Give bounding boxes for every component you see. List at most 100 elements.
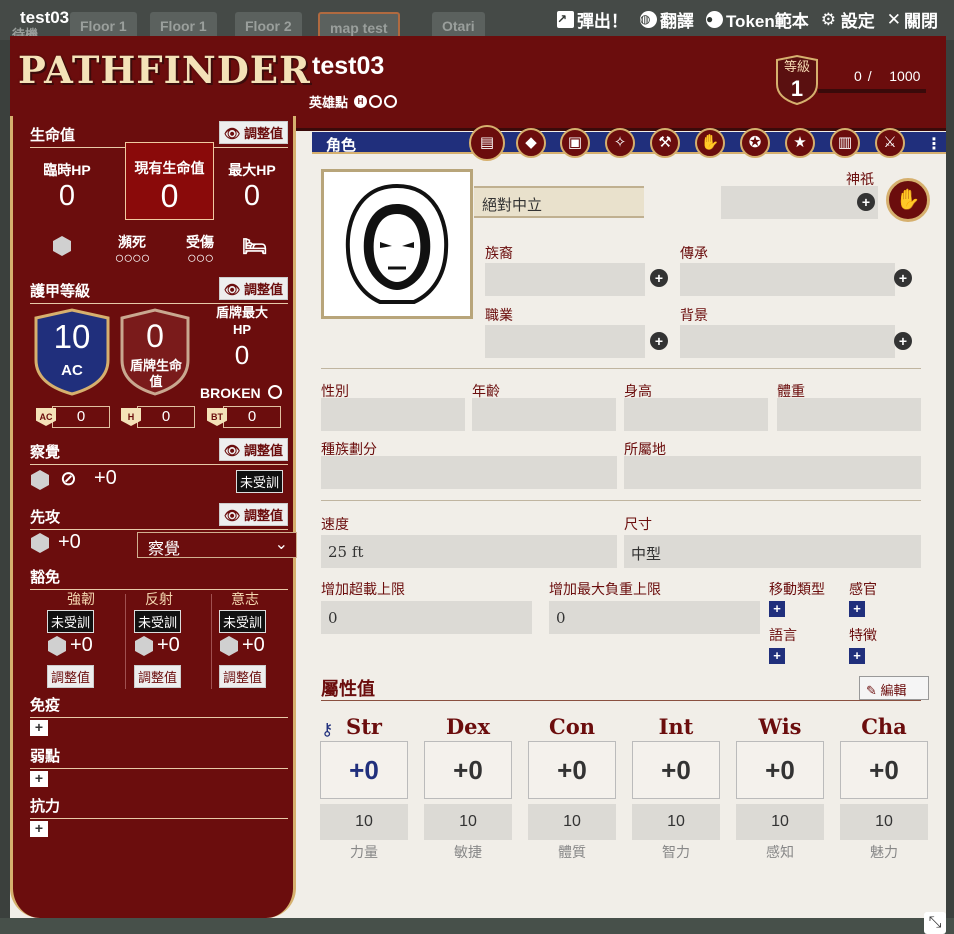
initiative-skill-select[interactable]: 察覺 ⌄: [137, 532, 297, 558]
handshake-icon[interactable]: ✋: [886, 178, 930, 222]
edit-attributes-button[interactable]: ✎ 編輯: [859, 676, 929, 700]
reflex-adjust-button[interactable]: 調整值: [134, 665, 182, 688]
tab-actions[interactable]: ◆: [516, 128, 546, 158]
traits-label: 特徵: [849, 627, 877, 643]
resize-handle-icon[interactable]: ⤡: [924, 912, 946, 934]
character-name[interactable]: test03: [312, 52, 384, 81]
more-icon[interactable]: ⋮: [926, 134, 942, 154]
hero-point-empty-icon[interactable]: [369, 95, 383, 108]
popout-button[interactable]: ↗ 彈出！: [556, 7, 628, 32]
wand-icon: ✧: [613, 134, 627, 151]
bulk-max-field[interactable]: 0: [549, 601, 760, 634]
tab-feats[interactable]: ✪: [740, 128, 770, 158]
portrait[interactable]: [321, 169, 473, 319]
initiative-adjust-button[interactable]: 👁 調整值: [218, 503, 288, 526]
bulk-over-field[interactable]: 0: [321, 601, 532, 634]
background-field[interactable]: [680, 325, 895, 358]
int-score[interactable]: 10: [632, 804, 720, 840]
gender-field[interactable]: [321, 398, 465, 431]
translate-button[interactable]: ◍ 翻譯: [639, 7, 694, 32]
wis-score[interactable]: 10: [736, 804, 824, 840]
add-heritage-icon[interactable]: +: [894, 269, 912, 287]
divider: [125, 594, 126, 689]
ancestry-field[interactable]: [485, 263, 645, 296]
size-field[interactable]: 中型: [624, 535, 921, 568]
perception-rank[interactable]: 未受訓: [236, 470, 284, 493]
close-button[interactable]: ✕ 關閉: [887, 7, 938, 32]
class-field[interactable]: [485, 325, 645, 358]
tab-spells[interactable]: ✧: [605, 128, 635, 158]
add-movement-button[interactable]: +: [769, 601, 785, 617]
level-value[interactable]: 1: [774, 76, 820, 102]
heritage-field[interactable]: [680, 263, 895, 296]
star-icon: ★: [793, 134, 807, 151]
settings-button[interactable]: ⚙ 設定: [821, 7, 875, 32]
temp-hp-value[interactable]: 0: [36, 180, 98, 213]
globe-icon: ◍: [639, 11, 657, 28]
book-icon: ▥: [837, 134, 853, 151]
hardness-field[interactable]: H0: [121, 406, 195, 428]
dying-track[interactable]: ○○○○: [92, 250, 172, 268]
age-field[interactable]: [472, 398, 616, 431]
fortitude-rank[interactable]: 未受訓: [47, 610, 95, 633]
str-label: Str: [346, 714, 382, 739]
size-label: 尺寸: [624, 516, 652, 532]
tab-proficiencies[interactable]: ✋: [695, 128, 725, 158]
nationality-field[interactable]: [624, 456, 921, 489]
will-rank[interactable]: 未受訓: [219, 610, 267, 633]
alignment-field[interactable]: 絕對中立: [474, 186, 644, 218]
add-deity-icon[interactable]: +: [857, 193, 875, 211]
level-label: 等級: [783, 59, 810, 74]
ethnicity-field[interactable]: [321, 456, 617, 489]
hero-point-dots[interactable]: H: [354, 95, 398, 108]
tab-inventory[interactable]: ▣: [560, 128, 590, 158]
weight-field[interactable]: [777, 398, 921, 431]
tab-biography[interactable]: ▥: [830, 128, 860, 158]
bulk-over-label: 增加超載上限: [321, 581, 405, 597]
tab-effects[interactable]: ★: [785, 128, 815, 158]
add-background-icon[interactable]: +: [894, 332, 912, 350]
add-language-button[interactable]: +: [769, 648, 785, 664]
height-field[interactable]: [624, 398, 768, 431]
user-circle-icon: ●: [705, 11, 723, 28]
tab-combat[interactable]: ⚔: [875, 128, 905, 158]
hp-adjust-button[interactable]: 👁 調整值: [218, 121, 288, 144]
token-template-button[interactable]: ● Token範本: [705, 7, 809, 32]
speed-field[interactable]: 25 ft: [321, 535, 617, 568]
current-hp-value[interactable]: 0: [125, 178, 214, 215]
add-immunity-button[interactable]: +: [30, 720, 48, 736]
reflex-rank[interactable]: 未受訓: [134, 610, 182, 633]
ac-adjust-button[interactable]: 👁 調整值: [218, 277, 288, 300]
add-weakness-button[interactable]: +: [30, 771, 48, 787]
will-mod: +0: [242, 634, 265, 656]
add-trait-button[interactable]: +: [849, 648, 865, 664]
broken-label: BROKEN: [200, 385, 261, 401]
cha-score[interactable]: 10: [840, 804, 928, 840]
tab-character[interactable]: ▤: [469, 125, 505, 161]
fortitude-adjust-button[interactable]: 調整值: [47, 665, 95, 688]
window-actions: ↗ 彈出！ ◍ 翻譯 ● Token範本 ⚙ 設定 ✕ 關閉: [556, 7, 938, 32]
hero-point-empty-icon[interactable]: [384, 95, 398, 108]
character-sheet: PATHFINDER test03 英雄點 H 等級 1 0 / 1000 生命…: [10, 36, 946, 918]
add-ancestry-icon[interactable]: +: [650, 269, 668, 287]
wounded-track[interactable]: ○○○: [170, 250, 230, 268]
add-sense-button[interactable]: +: [849, 601, 865, 617]
hidden-eye-icon[interactable]: ⊘: [60, 466, 77, 491]
broken-threshold-field[interactable]: BT 0: [207, 406, 281, 428]
con-score[interactable]: 10: [528, 804, 616, 840]
shield-value[interactable]: 0: [118, 318, 192, 355]
perception-adjust-button[interactable]: 👁 調整值: [218, 438, 288, 461]
deity-field[interactable]: [721, 186, 878, 219]
bed-icon[interactable]: 🛏: [242, 234, 267, 259]
experience[interactable]: 0 / 1000: [854, 68, 920, 84]
broken-toggle[interactable]: [268, 385, 282, 399]
str-score[interactable]: 10: [320, 804, 408, 840]
dex-score[interactable]: 10: [424, 804, 512, 840]
hero-point-icon[interactable]: H: [354, 95, 368, 108]
add-resistance-button[interactable]: +: [30, 821, 48, 837]
will-adjust-button[interactable]: 調整值: [219, 665, 267, 688]
add-class-icon[interactable]: +: [650, 332, 668, 350]
close-icon: ✕: [886, 9, 901, 29]
ac-mod-field[interactable]: AC 0: [36, 406, 110, 428]
tab-crafting[interactable]: ⚒: [650, 128, 680, 158]
